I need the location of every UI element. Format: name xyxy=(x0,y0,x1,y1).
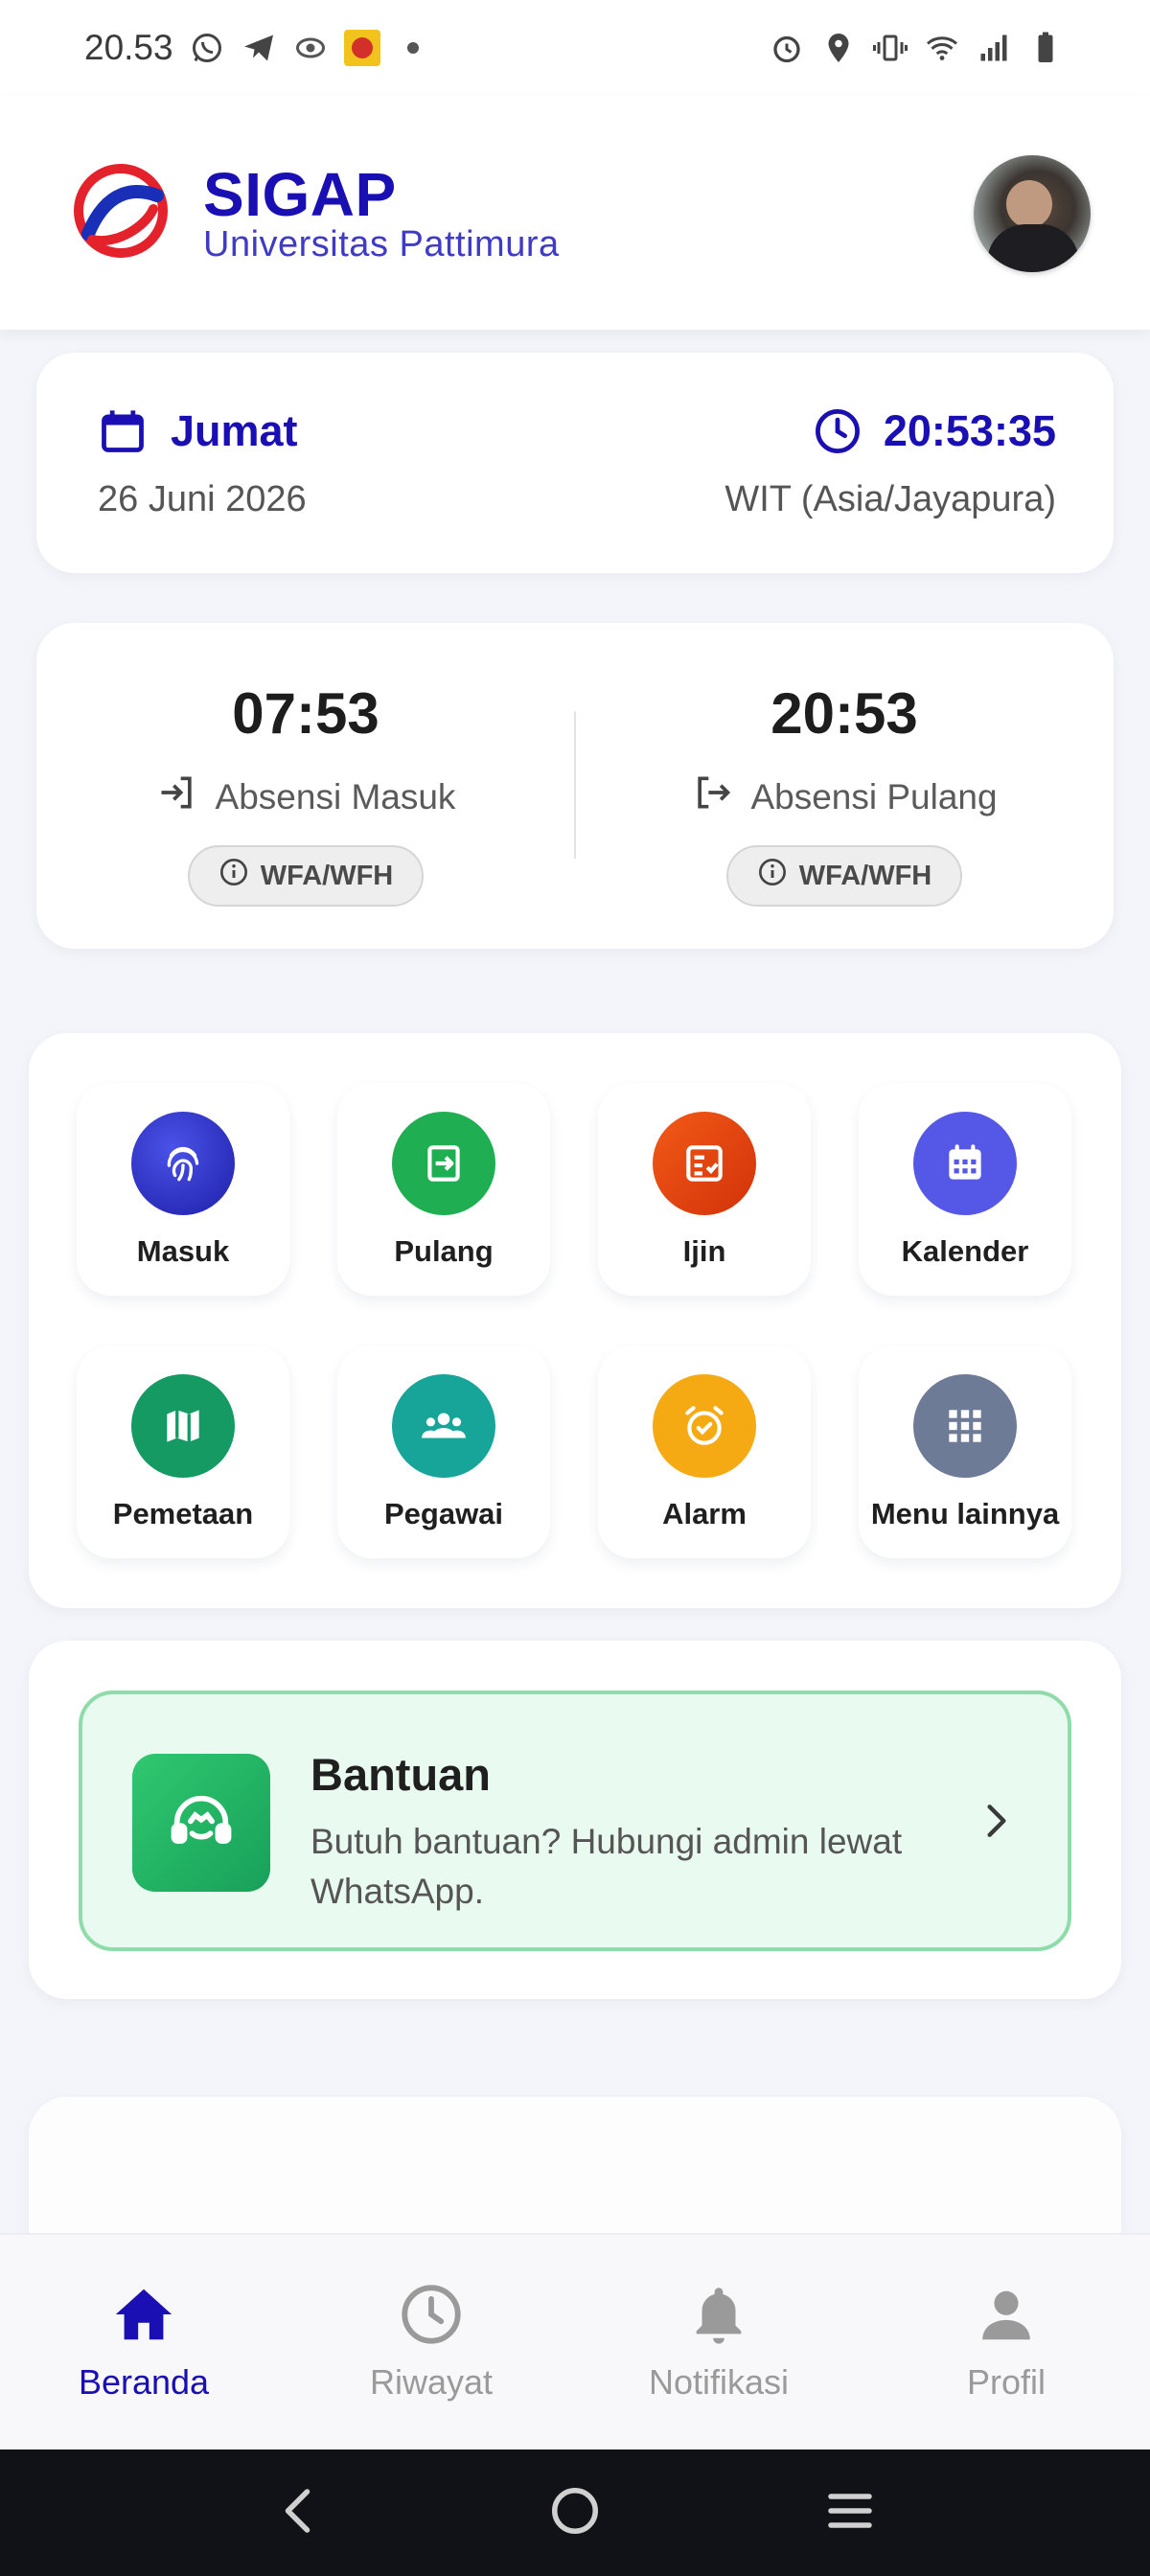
headset-icon xyxy=(132,1754,270,1892)
attendance-out-badge-label: WFA/WFH xyxy=(798,860,932,891)
map-icon xyxy=(131,1374,235,1478)
nav-label: Riwayat xyxy=(369,2362,494,2402)
nav-label: Profil xyxy=(966,2362,1046,2402)
attendance-in-label: Absensi Masuk xyxy=(215,776,456,816)
status-bar: 20.53 xyxy=(0,0,1150,96)
menu-tile-label: Kalender xyxy=(901,1234,1029,1268)
recents-menu-icon[interactable] xyxy=(821,2482,879,2544)
menu-card: Masuk Pulang Ijin Kalender Pemetaan Pega… xyxy=(29,1033,1121,1608)
day-name: Jumat xyxy=(171,406,298,455)
system-navigation-bar xyxy=(0,2450,1150,2576)
form-check-icon xyxy=(653,1112,756,1215)
current-time: 20:53:35 xyxy=(883,406,1056,455)
time-row: 20:53:35 xyxy=(813,406,1056,456)
menu-tile-label: Menu lainnya xyxy=(870,1497,1060,1530)
vibrate-icon xyxy=(872,30,908,66)
home-circle-icon[interactable] xyxy=(546,2482,604,2544)
menu-tile-masuk[interactable]: Masuk xyxy=(77,1083,289,1296)
nav-item-notifikasi[interactable]: Notifikasi xyxy=(575,2235,862,2450)
attendance-card: 07:53 Absensi Masuk WFA/WFH 20:53 Absens… xyxy=(36,623,1114,949)
person-icon xyxy=(973,2281,1040,2353)
avatar[interactable] xyxy=(974,155,1091,272)
attendance-out-label-row: Absensi Pulang xyxy=(691,771,998,822)
info-icon xyxy=(757,857,788,895)
signal-icon xyxy=(976,30,1012,66)
alarm-icon xyxy=(653,1374,756,1478)
location-icon xyxy=(820,30,857,66)
calendar-icon xyxy=(98,406,148,456)
full-date: 26 Juni 2026 xyxy=(98,479,307,519)
battery-icon xyxy=(1027,30,1064,66)
back-icon[interactable] xyxy=(271,2482,329,2544)
help-title: Bantuan xyxy=(310,1749,491,1800)
attendance-in-badge-label: WFA/WFH xyxy=(260,860,394,891)
nav-label: Notifikasi xyxy=(648,2362,790,2402)
history-icon xyxy=(398,2281,465,2353)
logout-icon xyxy=(691,771,733,822)
attendance-in-time: 07:53 xyxy=(232,681,380,746)
attendance-in-badge[interactable]: WFA/WFH xyxy=(187,845,425,907)
menu-tile-label: Pegawai xyxy=(383,1497,504,1530)
more-notifications-dot-icon xyxy=(406,42,419,54)
info-icon xyxy=(218,857,249,895)
status-bar-left: 20.53 xyxy=(84,28,419,68)
date-time-card: Jumat 26 Juni 2026 20:53:35 WIT (Asia/Ja… xyxy=(36,353,1114,573)
people-icon xyxy=(392,1374,495,1478)
alarm-status-icon xyxy=(769,30,805,66)
brand-title: SIGAP xyxy=(203,160,397,229)
attendance-out-time: 20:53 xyxy=(770,681,918,746)
menu-tile-label: Pulang xyxy=(394,1234,494,1268)
whatsapp-icon xyxy=(189,30,225,66)
menu-tile-alarm[interactable]: Alarm xyxy=(598,1346,811,1558)
nav-label: Beranda xyxy=(78,2362,210,2402)
menu-tile-label: Pemetaan xyxy=(112,1497,254,1530)
menu-tile-ijin[interactable]: Ijin xyxy=(598,1083,811,1296)
help-banner[interactable]: Bantuan Butuh bantuan? Hubungi admin lew… xyxy=(79,1690,1071,1951)
bottom-navigation: Beranda Riwayat Notifikasi Profil xyxy=(0,2233,1150,2450)
telegram-icon xyxy=(241,30,277,66)
attendance-in-label-row: Absensi Masuk xyxy=(156,771,456,822)
status-time: 20.53 xyxy=(84,28,173,67)
grid-icon xyxy=(913,1374,1017,1478)
nav-item-profil[interactable]: Profil xyxy=(862,2235,1150,2450)
attendance-out-label: Absensi Pulang xyxy=(750,776,998,816)
bell-icon xyxy=(685,2281,752,2353)
wifi-icon xyxy=(924,30,960,66)
exit-icon xyxy=(392,1112,495,1215)
menu-tile-pulang[interactable]: Pulang xyxy=(337,1083,550,1296)
app-swirl-icon xyxy=(292,30,329,66)
app-notification-icon xyxy=(343,30,380,66)
sigap-logo xyxy=(69,159,172,263)
attendance-out-badge[interactable]: WFA/WFH xyxy=(725,845,963,907)
menu-tile-label: Ijin xyxy=(682,1234,726,1268)
status-bar-right xyxy=(769,30,1064,66)
timezone-label: WIT (Asia/Jayapura) xyxy=(724,479,1056,519)
home-icon xyxy=(110,2281,177,2353)
calendar-icon xyxy=(913,1112,1017,1215)
menu-tile-kalender[interactable]: Kalender xyxy=(859,1083,1071,1296)
login-icon xyxy=(156,771,198,822)
chevron-right-icon xyxy=(976,1800,1018,1842)
nav-item-beranda[interactable]: Beranda xyxy=(0,2235,288,2450)
menu-tile-menu-lainnya[interactable]: Menu lainnya xyxy=(859,1346,1071,1558)
attendance-in: 07:53 Absensi Masuk WFA/WFH xyxy=(36,623,575,949)
brand-subtitle: Universitas Pattimura xyxy=(203,224,560,264)
nav-item-riwayat[interactable]: Riwayat xyxy=(288,2235,575,2450)
menu-tile-pegawai[interactable]: Pegawai xyxy=(337,1346,550,1558)
app-header: SIGAP Universitas Pattimura xyxy=(0,96,1150,330)
menu-tile-label: Alarm xyxy=(662,1497,747,1530)
clock-icon xyxy=(813,406,862,456)
menu-tile-label: Masuk xyxy=(136,1234,230,1268)
menu-tile-pemetaan[interactable]: Pemetaan xyxy=(77,1346,289,1558)
fingerprint-icon xyxy=(131,1112,235,1215)
attendance-out: 20:53 Absensi Pulang WFA/WFH xyxy=(575,623,1114,949)
help-card: Bantuan Butuh bantuan? Hubungi admin lew… xyxy=(29,1641,1121,1999)
day-row: Jumat xyxy=(98,406,298,456)
help-description: Butuh bantuan? Hubungi admin lewat Whats… xyxy=(310,1822,903,1911)
